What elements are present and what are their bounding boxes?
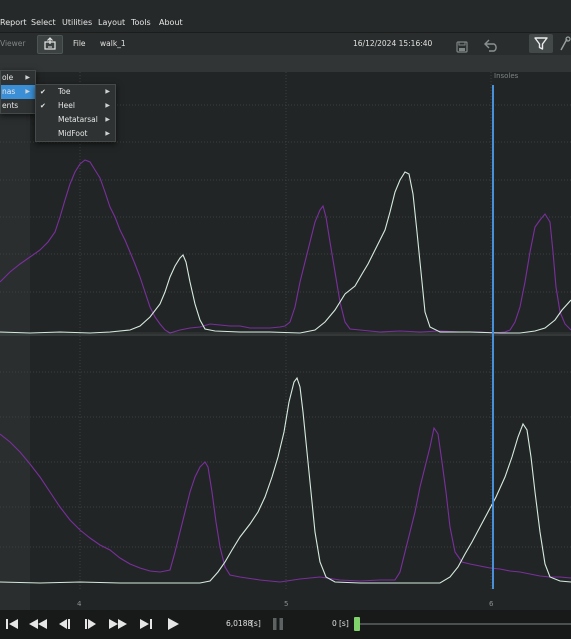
chevron-right-icon: ▶ (25, 88, 30, 95)
time-value: 6,0188 (226, 619, 253, 628)
context-item-sole[interactable]: ole ▶ (1, 71, 35, 85)
upload-icon (44, 37, 56, 50)
undo-icon[interactable] (482, 37, 500, 52)
fast-forward-button[interactable] (107, 616, 129, 632)
submenu-item-label: MidFoot (58, 129, 88, 138)
submenu-item-toe[interactable]: ✔ Toe ▶ (36, 85, 115, 99)
submenu-item-label: Metatarsal (58, 115, 98, 124)
step-back-icon (59, 619, 70, 629)
check-icon: ✔ (40, 88, 46, 96)
menu-bar: Report Select Utilities Layout Tools Abo… (0, 0, 571, 32)
datetime: 16/12/2024 15:16:40 (353, 39, 433, 48)
skip-end-icon (140, 619, 152, 629)
context-item-label: ents (2, 101, 19, 110)
submenu-item-midfoot[interactable]: MidFoot ▶ (36, 127, 115, 141)
left-shade (0, 72, 30, 610)
menu-report[interactable]: Report (0, 0, 27, 32)
chevron-right-icon: ▶ (105, 116, 110, 123)
filter-icon (534, 37, 548, 50)
chevron-right-icon: ▶ (105, 102, 110, 109)
timeline-strip (0, 55, 571, 72)
x-tick-4: 4 (77, 600, 82, 608)
submenu-areas: ✔ Toe ▶ ✔ Heel ▶ Metatarsal ▶ MidFoot ▶ (35, 84, 116, 142)
upload-button[interactable] (37, 35, 63, 54)
check-icon: ✔ (40, 102, 46, 110)
chevron-right-icon: ▶ (105, 88, 110, 95)
skip-to-start-button[interactable] (3, 616, 21, 632)
signal-plot-svg (0, 72, 571, 610)
context-item-areas[interactable]: nas ▶ (1, 85, 35, 99)
skip-start-icon (6, 619, 18, 629)
chevron-right-icon: ▶ (25, 74, 30, 81)
signal-plot[interactable]: Insoles 4 5 6 (0, 72, 571, 610)
step-back-button[interactable] (55, 616, 73, 632)
filter-button[interactable] (529, 34, 553, 53)
play-icon (168, 618, 179, 630)
file-label[interactable]: File (73, 33, 86, 55)
context-item-events[interactable]: ents (1, 99, 35, 113)
menu-about[interactable]: About (159, 0, 183, 32)
fast-rewind-icon (29, 619, 47, 629)
fast-forward-icon (109, 619, 127, 629)
menu-tools[interactable]: Tools (131, 0, 151, 32)
x-tick-5: 5 (284, 600, 289, 608)
submenu-item-metatarsal[interactable]: Metatarsal ▶ (36, 113, 115, 127)
viewer-label: Viewer (0, 39, 26, 48)
pause-icon (273, 618, 283, 630)
track-label: Insoles (494, 72, 519, 80)
pause-button[interactable] (271, 616, 285, 632)
toolbar: Viewer File walk_1 16/12/2024 15:16:40 (0, 32, 571, 55)
play-button[interactable] (164, 616, 182, 632)
offset-value: 0 (332, 619, 337, 628)
playback-bar: 6,0188 [s] 0 [s] (0, 610, 571, 639)
step-forward-icon (85, 619, 96, 629)
submenu-item-heel[interactable]: ✔ Heel ▶ (36, 99, 115, 113)
context-menu: ole ▶ nas ▶ ents (0, 70, 36, 114)
skip-to-end-button[interactable] (137, 616, 155, 632)
menu-utilities[interactable]: Utilities (62, 0, 92, 32)
file-name: walk_1 (100, 39, 126, 48)
fast-rewind-button[interactable] (27, 616, 49, 632)
chevron-right-icon: ▶ (105, 130, 110, 137)
offset-unit: [s] (339, 619, 349, 628)
grid (0, 72, 571, 589)
playback-slider-track[interactable] (357, 623, 571, 625)
submenu-item-label: Toe (58, 87, 71, 96)
context-item-label: nas (2, 87, 16, 96)
step-forward-button[interactable] (82, 616, 100, 632)
context-item-label: ole (2, 73, 14, 82)
playback-slider-thumb[interactable] (354, 617, 360, 631)
menu-select[interactable]: Select (31, 0, 56, 32)
x-tick-6: 6 (489, 600, 494, 608)
tool-icon[interactable] (559, 36, 571, 52)
submenu-item-label: Heel (58, 101, 75, 110)
save-icon[interactable] (456, 38, 468, 53)
time-unit: [s] (251, 619, 261, 628)
menu-layout[interactable]: Layout (98, 0, 125, 32)
